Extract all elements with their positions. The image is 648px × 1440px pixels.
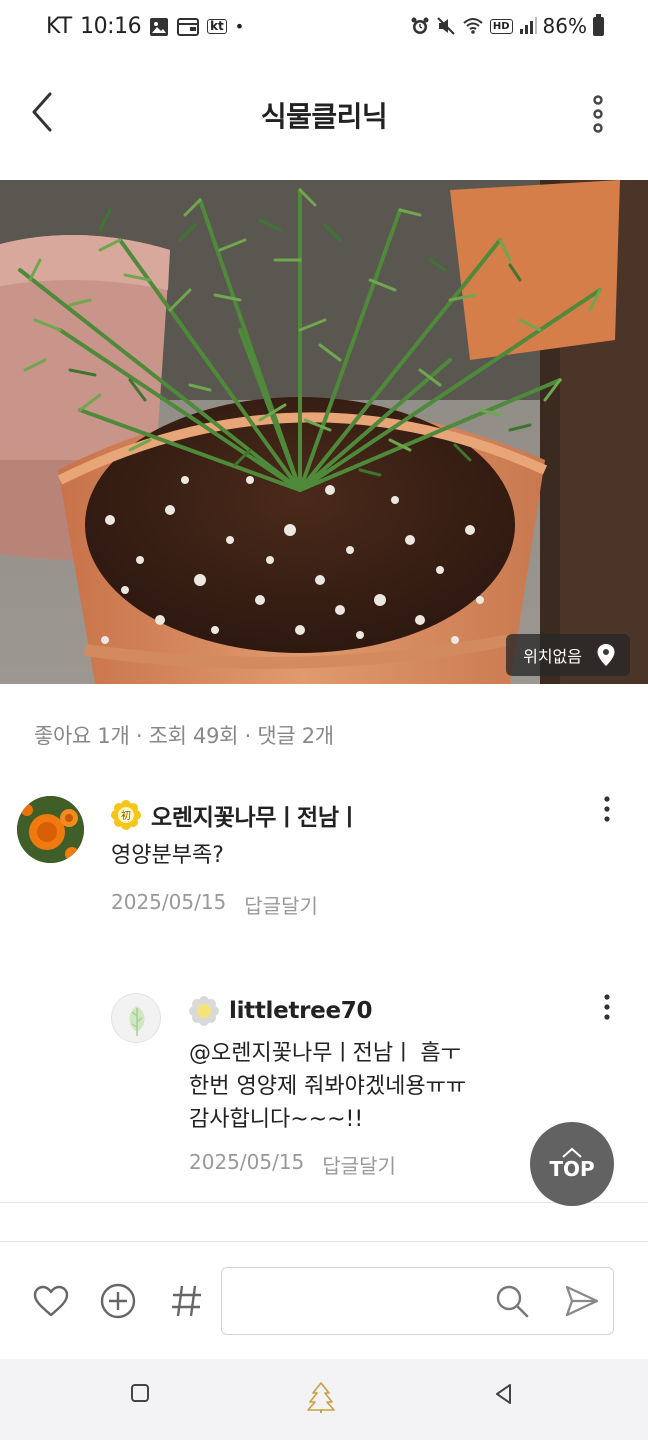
reply-button[interactable]: 답글달기 <box>244 890 318 919</box>
wifi-icon <box>463 18 483 34</box>
reply-button[interactable]: 답글달기 <box>322 1150 396 1179</box>
comment-input-bar <box>0 1241 648 1359</box>
author-name[interactable]: littletree70 <box>229 998 372 1024</box>
add-circle-icon[interactable] <box>100 1283 136 1319</box>
comment-more-icon[interactable] <box>602 994 612 1020</box>
comment-text: 영양분부족? <box>111 843 224 868</box>
gallery-notification-icon <box>150 17 169 36</box>
post-photo[interactable]: 위치없음 <box>0 180 648 684</box>
more-notifications-dot: • <box>234 17 245 36</box>
comment-more-icon[interactable] <box>602 796 612 822</box>
location-chip[interactable]: 위치없음 <box>506 634 630 676</box>
comment-line: 한번 영양제 줘봐야겠네용ㅠㅠ <box>189 1074 467 1099</box>
heart-icon[interactable] <box>33 1285 69 1317</box>
scroll-top-button[interactable]: TOP <box>530 1122 614 1206</box>
more-options-icon[interactable] <box>586 94 610 134</box>
beginner-level-badge-icon: 初 <box>111 800 141 830</box>
author-row: 初 오렌지꽃나무ㅣ전남ㅣ <box>111 798 360 832</box>
hd-voice-icon: HD <box>489 18 513 34</box>
search-icon[interactable] <box>495 1284 529 1318</box>
comment-line: @오렌지꽃나무ㅣ전남ㅣ 흠ㅜ <box>189 1041 461 1066</box>
alarm-icon <box>411 17 429 34</box>
top-label: TOP <box>549 1157 595 1181</box>
location-pin-icon <box>597 644 615 666</box>
comment-input[interactable] <box>236 1282 486 1320</box>
status-bar: KT 10:16 kt • HD 86% <box>0 0 648 58</box>
comment-line: 감사합니다~~~!! <box>189 1107 364 1132</box>
comment-date: 2025/05/15 <box>111 890 227 914</box>
page-title: 식물클리닉 <box>260 100 388 133</box>
avatar[interactable] <box>17 796 84 863</box>
wallet-notification-icon <box>177 17 200 36</box>
status-right: HD 86% <box>410 13 604 38</box>
carrier-label: KT <box>46 14 73 39</box>
battery-percent: 86% <box>542 14 587 38</box>
marigold-avatar-image <box>17 796 84 863</box>
post-stats: 좋아요 1개 · 조회 49회 · 댓글 2개 <box>34 724 334 748</box>
comment-item: 初 오렌지꽃나무ㅣ전남ㅣ 영양분부족? 2025/05/15 답글달기 <box>0 790 648 930</box>
badge-char: 初 <box>121 809 131 822</box>
comment-meta: 2025/05/15 답글달기 <box>189 1150 396 1179</box>
rosemary-pot-image <box>0 180 648 684</box>
location-label: 위치없음 <box>523 647 582 666</box>
comment-input-box[interactable] <box>221 1267 614 1335</box>
status-left: KT 10:16 kt • <box>46 14 244 39</box>
comment-text: @오렌지꽃나무ㅣ전남ㅣ 흠ㅜ 한번 영양제 줘봐야겠네용ㅠㅠ 감사합니다~~~!… <box>189 1037 466 1136</box>
clock: 10:16 <box>80 14 142 39</box>
back-nav-icon[interactable] <box>494 1383 514 1405</box>
author-name[interactable]: 오렌지꽃나무ㅣ전남ㅣ <box>151 798 360 832</box>
mute-icon <box>437 17 455 35</box>
hashtag-icon[interactable] <box>170 1283 204 1319</box>
send-icon[interactable] <box>564 1284 600 1318</box>
divider <box>0 1202 648 1203</box>
system-nav-bar <box>0 1359 648 1440</box>
default-leaf-avatar-icon <box>129 1006 145 1036</box>
home-tree-icon[interactable] <box>306 1381 336 1413</box>
author-row: littletree70 <box>189 996 372 1026</box>
recent-apps-icon[interactable] <box>130 1383 150 1403</box>
comment-meta: 2025/05/15 답글달기 <box>111 890 318 919</box>
comment-date: 2025/05/15 <box>189 1150 305 1174</box>
kt-badge-icon: kt <box>207 19 227 34</box>
battery-icon <box>593 13 604 36</box>
seed-level-badge-icon <box>189 996 219 1026</box>
signal-icon <box>519 17 537 34</box>
app-header: 식물클리닉 <box>0 58 648 180</box>
avatar[interactable] <box>111 993 161 1043</box>
